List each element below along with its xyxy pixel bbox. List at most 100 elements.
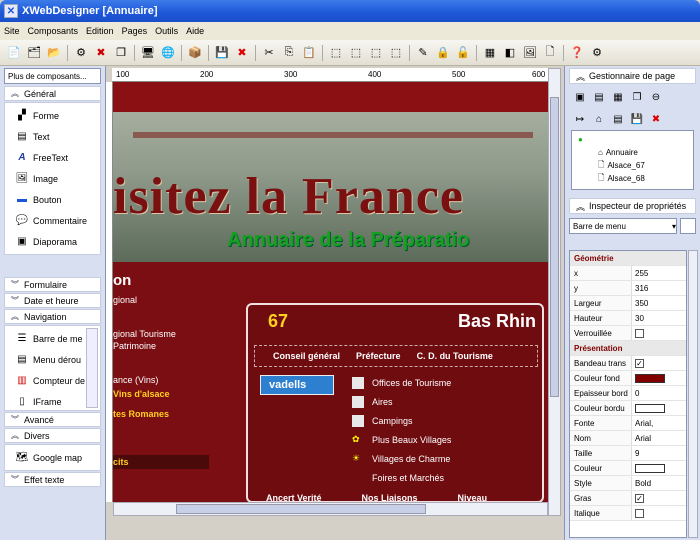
- section-general[interactable]: ︽ Général: [4, 86, 101, 101]
- left-line[interactable]: tes Romanes: [113, 409, 243, 419]
- menu-aide[interactable]: Aide: [186, 26, 204, 36]
- banner-title[interactable]: isitez la France: [113, 167, 464, 226]
- open-icon[interactable]: 📂: [46, 45, 62, 61]
- copy-icon[interactable]: ⎘: [281, 45, 297, 61]
- property-value[interactable]: 350: [632, 296, 686, 310]
- unlock-icon[interactable]: 🔓: [455, 45, 471, 61]
- delete-icon[interactable]: ✖: [649, 112, 663, 126]
- close-icon[interactable]: ✖: [234, 45, 250, 61]
- tree-node[interactable]: 🗋 Alsace_67: [578, 159, 693, 172]
- property-row[interactable]: Couleur bordu: [570, 401, 686, 416]
- grid-icon[interactable]: ▦: [482, 45, 498, 61]
- link-foires[interactable]: Foires et Marchés: [352, 468, 451, 487]
- region-box[interactable]: 67 Bas Rhin Conseil général Préfecture C…: [246, 303, 544, 502]
- component-commentaire[interactable]: 💬 Commentaire: [5, 210, 100, 231]
- property-value[interactable]: [632, 401, 686, 415]
- paste-icon[interactable]: 📋: [301, 45, 317, 61]
- canvas-horizontal-scrollbar[interactable]: [113, 502, 548, 516]
- copy-page-icon[interactable]: ❐: [113, 45, 129, 61]
- cut-icon[interactable]: ✂: [261, 45, 277, 61]
- menu-edition[interactable]: Edition: [86, 26, 114, 36]
- tree-node-root[interactable]: ●: [578, 133, 693, 146]
- property-row[interactable]: Gras ✓: [570, 491, 686, 506]
- canvas-vertical-scrollbar[interactable]: [548, 68, 561, 516]
- left-line[interactable]: gional: [113, 295, 243, 305]
- menu-outils[interactable]: Outils: [155, 26, 178, 36]
- property-category[interactable]: Géométrie: [570, 251, 686, 266]
- color-swatch[interactable]: [635, 463, 665, 473]
- menu-composants[interactable]: Composants: [28, 26, 79, 36]
- banner-subtitle[interactable]: Annuaire de la Préparatio: [227, 229, 469, 252]
- property-row[interactable]: Taille 9: [570, 446, 686, 461]
- section-effet-texte[interactable]: ︾ Effet texte: [4, 472, 101, 487]
- property-scrollbar[interactable]: [688, 250, 698, 538]
- tree-node[interactable]: ⌂ Annuaire: [578, 146, 693, 159]
- property-row[interactable]: x 255: [570, 266, 686, 281]
- home-icon[interactable]: ⌂: [592, 112, 606, 126]
- property-row[interactable]: Hauteur 30: [570, 311, 686, 326]
- align-right-icon[interactable]: ⬚: [368, 45, 384, 61]
- image-icon[interactable]: 🖼: [522, 45, 538, 61]
- delete-site-icon[interactable]: ✖: [93, 45, 109, 61]
- color-swatch[interactable]: [635, 373, 665, 383]
- lock-icon[interactable]: 🔒: [435, 45, 451, 61]
- design-canvas[interactable]: isitez la France Annuaire de la Préparat…: [113, 82, 548, 502]
- align-left-icon[interactable]: ⬚: [328, 45, 344, 61]
- property-value[interactable]: 30: [632, 311, 686, 325]
- inspector-option-button[interactable]: [680, 218, 696, 234]
- property-row[interactable]: Fonte Arial,: [570, 416, 686, 431]
- property-row[interactable]: Epaisseur bord 0: [570, 386, 686, 401]
- menu-pages[interactable]: Pages: [122, 26, 148, 36]
- link-offices[interactable]: Offices de Tourisme: [352, 373, 451, 392]
- component-freetext[interactable]: A FreeText: [5, 147, 100, 168]
- preview-icon[interactable]: 🖥: [140, 45, 156, 61]
- settings-icon[interactable]: ⚙: [73, 45, 89, 61]
- property-value[interactable]: [632, 326, 686, 340]
- save-icon[interactable]: 💾: [630, 112, 644, 126]
- help-icon[interactable]: ❓: [569, 45, 585, 61]
- footer-link[interactable]: Nos Liaisons: [362, 493, 418, 502]
- globe-icon[interactable]: 🌐: [160, 45, 176, 61]
- nav-prefecture[interactable]: Préfecture: [356, 351, 401, 361]
- property-value[interactable]: Bold: [632, 476, 686, 490]
- left-line[interactable]: ance (Vins): [113, 375, 243, 385]
- property-value[interactable]: [632, 461, 686, 475]
- property-value[interactable]: Arial: [632, 431, 686, 445]
- tree-node[interactable]: 🗋 Alsace_68: [578, 172, 693, 185]
- checkbox[interactable]: [635, 328, 644, 338]
- new-page-icon[interactable]: ▣: [573, 90, 587, 104]
- new-page-icon[interactable]: 📄: [6, 45, 22, 61]
- inspector-combo[interactable]: Barre de menu ▾: [569, 218, 696, 234]
- layers-icon[interactable]: ◧: [502, 45, 518, 61]
- align-center-icon[interactable]: ⬚: [348, 45, 364, 61]
- nav-tourisme[interactable]: C. D. du Tourisme: [417, 351, 493, 361]
- property-row[interactable]: Italique: [570, 506, 686, 521]
- remove-icon[interactable]: ⊖: [649, 90, 663, 104]
- properties-icon[interactable]: ▤: [611, 112, 625, 126]
- property-value[interactable]: [632, 506, 686, 520]
- left-line[interactable]: cits: [113, 455, 209, 469]
- component-google-map[interactable]: 🗺 Google map: [5, 447, 100, 468]
- checkbox[interactable]: ✓: [635, 358, 644, 368]
- property-row[interactable]: Largeur 350: [570, 296, 686, 311]
- site-icon[interactable]: 🗂: [26, 45, 42, 61]
- nav-scrollbar[interactable]: [86, 328, 98, 408]
- component-forme[interactable]: ▞ Forme: [5, 105, 100, 126]
- color-swatch[interactable]: [635, 403, 665, 413]
- left-line[interactable]: gional Tourisme: [113, 329, 243, 339]
- left-line[interactable]: Vins d'alsace: [113, 389, 243, 399]
- component-bouton[interactable]: ▬ Bouton: [5, 189, 100, 210]
- checkbox[interactable]: ✓: [635, 493, 644, 503]
- options-icon[interactable]: ⚙: [589, 45, 605, 61]
- inspector-header[interactable]: ︽ Inspecteur de propriétés: [569, 198, 696, 214]
- section-avance[interactable]: ︾ Avancé: [4, 412, 101, 427]
- component-text[interactable]: ▤ Text: [5, 126, 100, 147]
- arrow-icon[interactable]: ↦: [573, 112, 587, 126]
- duplicate-icon[interactable]: ❐: [630, 90, 644, 104]
- property-category[interactable]: Présentation: [570, 341, 686, 356]
- property-value[interactable]: 0: [632, 386, 686, 400]
- section-divers[interactable]: ︽ Divers: [4, 428, 101, 443]
- nav-conseil[interactable]: Conseil général: [273, 351, 340, 361]
- property-value[interactable]: ✓: [632, 491, 686, 505]
- folder-icon[interactable]: ▦: [611, 90, 625, 104]
